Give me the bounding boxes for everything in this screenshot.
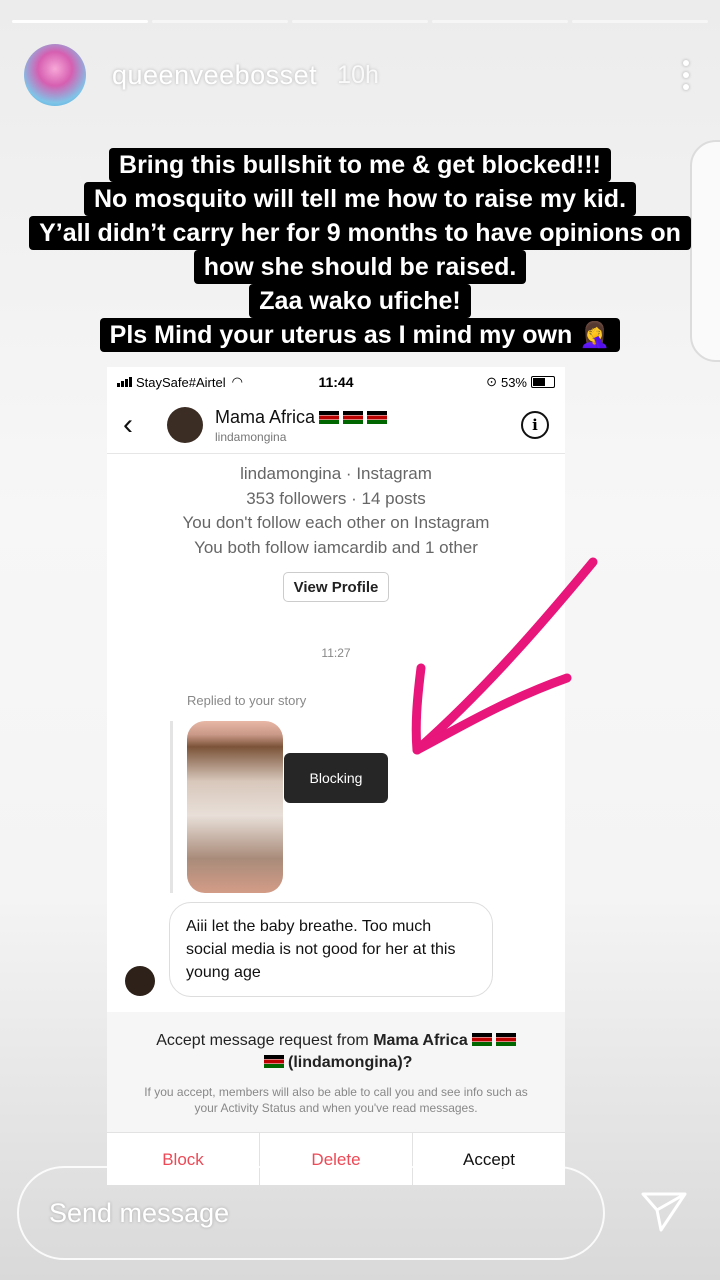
avatar[interactable] [24,44,86,106]
story-caption: Bring this bullshit to me & get blocked!… [0,148,720,352]
reply-divider [170,721,173,893]
progress-segment [292,20,428,23]
avatar[interactable] [125,966,155,996]
story-thumbnail[interactable] [187,721,283,893]
status-time: 11:44 [318,374,354,390]
caption-line: Bring this bullshit to me & get blocked!… [109,148,611,182]
phone-status-bar: StaySafe#Airtel ◠ 11:44 ⊙ 53% [107,367,565,397]
kenya-flag-icon [319,410,340,424]
more-options-icon[interactable] [676,60,696,90]
avatar[interactable] [167,407,203,443]
progress-segment [572,20,708,23]
progress-segment [152,20,288,23]
message-bubble: Aiii let the baby breathe. Too much soci… [169,902,493,997]
request-name: Mama Africa [373,1032,468,1049]
kenya-flag-icon [367,410,388,424]
info-icon[interactable]: i [521,411,549,439]
profile-summary: lindamongina · Instagram 353 followers ·… [107,462,565,560]
dm-contact-handle: lindamongina [215,429,287,444]
profile-line: You don't follow each other on Instagram [182,513,490,532]
dm-contact-name: Mama Africa [215,406,316,427]
kenya-flag-icon [495,1033,516,1046]
caption-line: how she should be raised. [193,250,527,284]
send-icon[interactable] [640,1190,688,1234]
caption-line: Zaa wako ufiche! [249,284,471,318]
kenya-flag-icon [471,1033,492,1046]
dm-header: ‹ Mama Africa lindamongina i [107,397,565,454]
request-prefix: Accept message request from [156,1032,374,1049]
progress-segment [12,20,148,23]
message-row: Aiii let the baby breathe. Too much soci… [107,902,565,1000]
dm-screenshot: StaySafe#Airtel ◠ 11:44 ⊙ 53% ‹ Mama Afr… [107,367,565,1185]
caption-line: Pls Mind your uterus as I mind my own 🤦‍… [99,318,621,352]
request-title: Accept message request from Mama Africa … [107,1030,565,1074]
battery-icon [531,376,555,388]
view-profile-button[interactable]: View Profile [283,572,389,602]
story-time: 10h [337,60,379,89]
blocking-tooltip: Blocking [284,753,388,803]
request-note: If you accept, members will also be able… [144,1085,528,1115]
caption-line: Y’all didn’t carry her for 9 months to h… [29,216,691,250]
pink-arrow-drawing [411,557,598,755]
story-header: queenveebosset 10h [24,44,696,106]
send-message-placeholder: Send message [49,1197,230,1228]
profile-line: 353 followers · 14 posts [246,488,426,508]
progress-segment [432,20,568,23]
profile-line: lindamongina · Instagram [240,464,432,483]
send-message-input[interactable]: Send message [17,1166,605,1260]
request-handle: (lindamongina)? [288,1054,413,1071]
message-request-panel: Accept message request from Mama Africa … [107,1012,565,1132]
story-progress [12,20,708,23]
back-chevron-icon[interactable]: ‹ [123,408,153,442]
kenya-flag-icon [263,1055,284,1068]
kenya-flag-icon [343,410,364,424]
story-username[interactable]: queenveebosset [112,60,317,91]
caption-line: No mosquito will tell me how to raise my… [83,182,637,216]
